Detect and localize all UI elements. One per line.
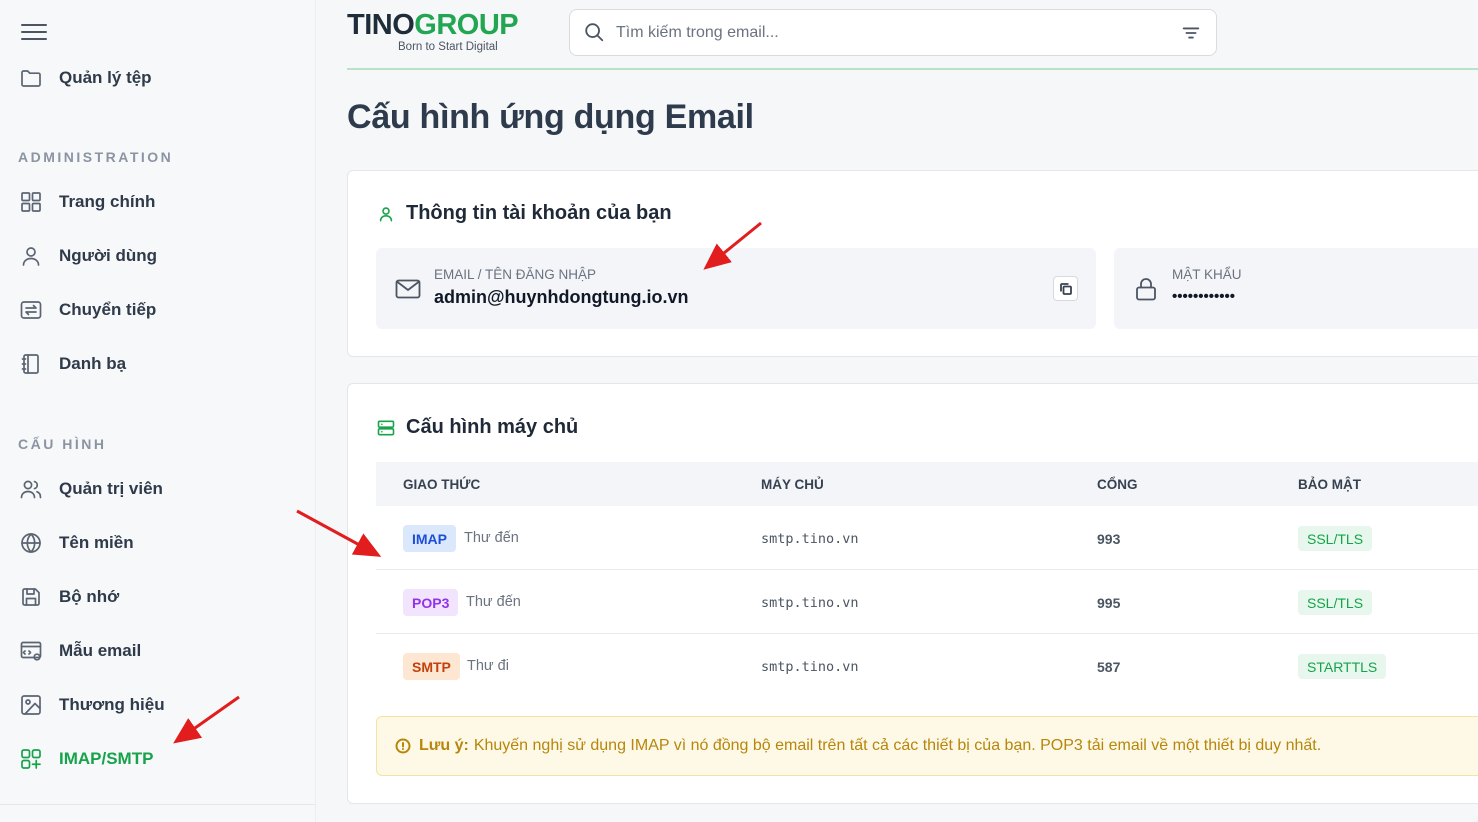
protocol-direction: Thư đi [467,658,509,674]
folder-icon [18,65,44,91]
sidebar-item-label: Mẫu email [59,641,142,660]
copy-icon [1059,282,1072,295]
sidebar-item-domains[interactable]: Tên miền [18,527,134,559]
page-title: Cấu hình ứng dụng Email [347,98,754,136]
server-host: smtp.tino.vn [761,531,859,547]
table-row: POP3 Thư đến smtp.tino.vn 995 SSL/TLS [376,570,1478,634]
server-config-card: Cấu hình máy chủ GIAO THỨC MÁY CHỦ CỔNG … [347,383,1478,804]
section-title-config: CẤU HÌNH [18,436,107,452]
table-row: SMTP Thư đi smtp.tino.vn 587 STARTTLS [376,634,1478,698]
sidebar-item-label: Trang chính [59,192,156,211]
protocol-direction: Thư đến [466,594,521,610]
server-port: 993 [1097,531,1121,547]
sidebar-item-contacts[interactable]: Danh bạ [18,348,126,380]
protocol-badge: IMAP [403,525,456,552]
sidebar-item-email-templates[interactable]: Mẫu email [18,635,141,667]
sidebar-item-label: Người dùng [59,246,158,265]
sidebar-item-label: Tên miền [59,533,134,552]
contacts-book-icon [18,351,44,377]
note-text: Khuyến nghị sử dụng IMAP vì nó đồng bộ e… [473,737,1322,754]
table-row: IMAP Thư đến smtp.tino.vn 993 SSL/TLS [376,506,1478,570]
lock-icon [1132,275,1160,303]
sidebar-item-storage[interactable]: Bộ nhớ [18,581,119,613]
search-input[interactable] [616,23,1156,42]
sidebar-divider [0,804,316,805]
sidebar-item-label: Quản lý tệp [59,68,152,87]
server-card-header: Cấu hình máy chủ [376,416,578,439]
column-header-port: CỔNG [1097,477,1138,492]
server-port: 587 [1097,659,1121,675]
sidebar-item-label: Chuyển tiếp [59,300,157,319]
search-bar [569,9,1217,56]
protocol-badge: POP3 [403,589,459,616]
sidebar-item-label: Bộ nhớ [59,587,120,606]
save-disk-icon [18,584,44,610]
server-card-title: Cấu hình máy chủ [406,416,579,438]
security-badge: SSL/TLS [1298,590,1373,615]
password-info-box: MẬT KHẨU •••••••••••• [1114,248,1478,329]
header-divider [347,68,1478,70]
sidebar-item-forwarding[interactable]: Chuyển tiếp [18,294,156,326]
logo-tagline: Born to Start Digital [398,41,498,53]
apps-plus-icon [18,746,44,772]
sidebar-item-imap-smtp[interactable]: IMAP/SMTP [18,743,153,775]
security-badge: STARTTLS [1298,654,1387,679]
account-info-card: Thông tin tài khoản của bạn EMAIL / TÊN … [347,170,1478,357]
server-host: smtp.tino.vn [761,659,859,675]
account-card-title: Thông tin tài khoản của bạn [406,202,672,224]
dashboard-grid-icon [18,189,44,215]
sidebar-item-label: IMAP/SMTP [59,749,154,768]
sidebar: Quản lý tệp ADMINISTRATION Trang chính N… [0,0,316,822]
menu-hamburger-icon[interactable] [21,21,47,43]
section-title-administration: ADMINISTRATION [18,149,174,165]
user-icon [18,243,44,269]
password-label: MẬT KHẨU [1172,267,1242,282]
globe-icon [18,530,44,556]
image-icon [18,692,44,718]
sidebar-item-file-manager[interactable]: Quản lý tệp [18,62,152,94]
tino-group-logo[interactable]: TINOGROUP Born to Start Digital [347,9,519,53]
email-info-box: EMAIL / TÊN ĐĂNG NHẬP admin@huynhdongtun… [376,248,1096,329]
protocol-direction: Thư đến [464,530,519,546]
sidebar-item-users[interactable]: Người dùng [18,240,157,272]
email-value: admin@huynhdongtung.io.vn [434,287,689,307]
column-header-security: BẢO MẬT [1298,477,1361,492]
users-icon [18,476,44,502]
info-circle-icon [395,738,411,754]
search-icon [583,21,607,45]
column-header-protocol: GIAO THỨC [403,477,481,492]
password-value: •••••••••••• [1172,288,1236,305]
sidebar-item-label: Thương hiệu [59,695,165,714]
protocol-badge: SMTP [403,653,460,680]
logo-text-tino: TINO [347,9,415,41]
table-header: GIAO THỨC MÁY CHỦ CỔNG BẢO MẬT [376,462,1478,506]
server-port: 995 [1097,595,1121,611]
sidebar-item-label: Quản trị viên [59,479,163,498]
server-table: GIAO THỨC MÁY CHỦ CỔNG BẢO MẬT IMAP Thư … [376,462,1478,698]
email-label: EMAIL / TÊN ĐĂNG NHẬP [434,267,597,282]
column-header-host: MÁY CHỦ [761,477,824,492]
security-badge: SSL/TLS [1298,526,1373,551]
sidebar-item-label: Danh bạ [59,354,127,373]
mail-icon [394,275,422,303]
user-icon [376,203,398,225]
sidebar-item-dashboard[interactable]: Trang chính [18,186,155,218]
note-label: Lưu ý: [419,737,469,754]
server-host: smtp.tino.vn [761,595,859,611]
template-icon [18,638,44,664]
server-icon [376,417,398,439]
copy-email-button[interactable] [1053,276,1078,301]
logo-text-group: GROUP [414,9,519,41]
sidebar-item-branding[interactable]: Thương hiệu [18,689,165,721]
forward-icon [18,297,44,323]
imap-recommendation-note: Lưu ý: Khuyến nghị sử dụng IMAP vì nó đồ… [376,716,1478,776]
sidebar-item-admins[interactable]: Quản trị viên [18,473,163,505]
account-card-header: Thông tin tài khoản của bạn [376,202,672,225]
filter-icon[interactable] [1180,22,1202,44]
